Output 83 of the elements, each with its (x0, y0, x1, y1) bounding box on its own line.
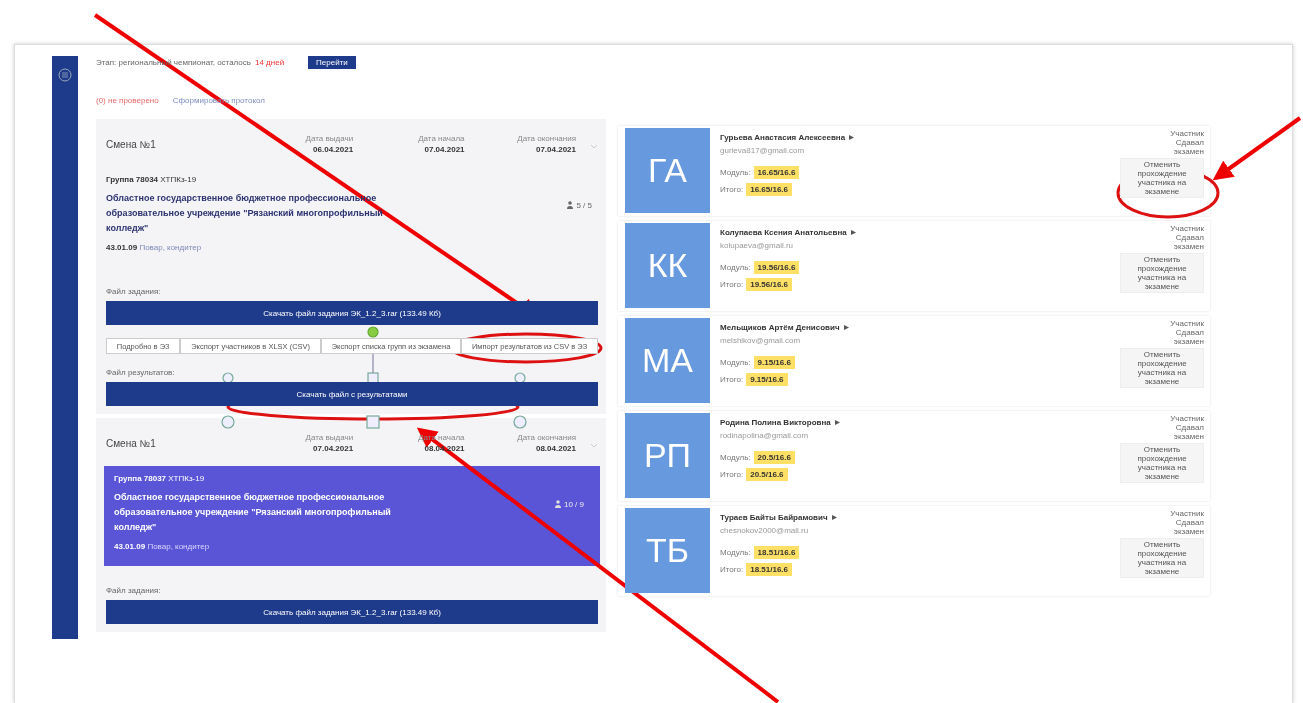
status-text: Участник (1170, 129, 1204, 138)
download-task-button[interactable]: Скачать файл задания ЭК_1.2_3.rar (133.49 Кб) (106, 600, 598, 624)
date-value: 07.04.2021 (534, 145, 576, 154)
shift-title: Смена №1 (106, 437, 157, 449)
cancel-button[interactable]: Отменить прохождение участника на экзамене (1120, 158, 1204, 198)
cancel-button[interactable]: Отменить прохождение участника на экзамене (1120, 443, 1204, 483)
participant-count: 5 / 5 (576, 201, 592, 210)
date-value: 08.04.2021 (534, 444, 576, 453)
score-label: Модуль: (720, 358, 751, 367)
cancel-button[interactable]: Отменить прохождение участника на экзамене (1120, 253, 1204, 293)
email-text: gurieva817@gmail.com (720, 146, 806, 155)
score-label: Модуль: (720, 263, 751, 272)
status-text: экзамен (1173, 242, 1204, 251)
file-label: Файл задания: (106, 586, 162, 595)
status-text: экзамен (1173, 147, 1204, 156)
group-name: Группа 78034 ХТПКз-19 (106, 175, 198, 184)
score-label: Модуль: (720, 168, 751, 177)
avatar: РП (625, 413, 710, 498)
status-text: Сдавал (1175, 233, 1204, 242)
score-label: Итого: (720, 470, 744, 479)
go-button[interactable]: Перейти (308, 55, 356, 69)
score-badge: 19.56/16.6 (746, 278, 792, 291)
date-label: Дата начала (417, 134, 465, 143)
score-badge: 19.56/16.6 (753, 261, 800, 274)
score-label: Итого: (720, 185, 744, 194)
status-text: Участник (1170, 319, 1204, 328)
date-label: Дата окончания (516, 433, 576, 442)
date-label: Дата выдачи (304, 433, 354, 442)
email-text: chesnokov2000@mail.ru (720, 526, 810, 535)
status-text: Сдавал (1175, 328, 1204, 337)
date-label: Дата выдачи (304, 134, 354, 143)
email-text: melshikov@gmail.com (720, 336, 802, 345)
avatar: ГА (625, 128, 710, 213)
status-text: Сдавал (1175, 138, 1204, 147)
status-text: экзамен (1173, 527, 1204, 536)
score-badge: 20.5/16.6 (753, 451, 795, 464)
status-text: Участник (1170, 509, 1204, 518)
download-task-button[interactable]: Скачать файл задания ЭК_1.2_3.rar (133.49 Кб) (106, 301, 598, 325)
email-text: kolupaeva@gmail.ru (720, 241, 795, 250)
score-label: Итого: (720, 375, 744, 384)
file-label: Файл результатов: (106, 368, 176, 377)
score-badge: 9.15/16.6 (753, 356, 795, 369)
specialty-text: 43.01.09 Повар, кондитер (106, 243, 203, 252)
score-label: Модуль: (720, 548, 751, 557)
avatar: МА (625, 318, 710, 403)
score-label: Итого: (720, 280, 744, 289)
score-badge: 16.65/16.6 (753, 166, 800, 179)
participant-name: Родина Полина Викторовна (720, 418, 831, 427)
date-label: Дата окончания (516, 134, 576, 143)
deadline-text: 14 дней (255, 57, 285, 67)
participant-name: Тураев Байты Байрамович (720, 513, 828, 522)
status-text: экзамен (1173, 337, 1204, 346)
status-text: Участник (1170, 224, 1204, 233)
status-text: Сдавал (1175, 518, 1204, 527)
score-badge: 16.65/16.6 (746, 183, 792, 196)
participant-name: Гурьева Анастасия Алексеевна (720, 133, 846, 142)
email-text: rodinapolina@gmail.com (720, 431, 810, 440)
date-value: 06.04.2021 (312, 145, 354, 154)
score-badge: 9.15/16.6 (746, 373, 788, 386)
status-text: Участник (1170, 414, 1204, 423)
status-text: экзамен (1173, 432, 1204, 441)
score-label: Модуль: (720, 453, 751, 462)
shift-title: Смена №1 (106, 138, 157, 150)
group-card[interactable]: Группа 78037 ХТПКз-19 Областное государственное бюджетное профессиональное образовательное учреждение "Рязанский многопрофильный колледж" 43.01.09 Повар, кондитер 10 / 9 (104, 466, 600, 566)
date-value: 07.04.2021 (423, 145, 465, 154)
cancel-button[interactable]: Отменить прохождение участника на экзамене (1120, 348, 1204, 388)
participant-name: Мельщиков Артём Денисович (720, 323, 840, 332)
organization-name: Областное государственное бюджетное профессиональное образовательное учреждение "Рязанский многопрофильный колледж" (114, 491, 392, 534)
file-label: Файл задания: (106, 287, 162, 296)
date-value: 07.04.2021 (312, 444, 354, 453)
score-badge: 18.51/16.6 (753, 546, 800, 559)
status-text: Сдавал (1175, 423, 1204, 432)
group-name: Группа 78037 ХТПКз-19 (114, 474, 206, 483)
avatar: ТБ (625, 508, 710, 593)
score-badge: 18.51/16.6 (746, 563, 792, 576)
participant-count: 10 / 9 (564, 500, 584, 509)
score-badge: 20.5/16.6 (746, 468, 788, 481)
specialty-text: 43.01.09 Повар, кондитер (114, 542, 211, 551)
avatar: КК (625, 223, 710, 308)
download-results-button[interactable]: Скачать файл с результатами (106, 382, 598, 406)
cancel-button[interactable]: Отменить прохождение участника на экзамене (1120, 538, 1204, 578)
score-label: Итого: (720, 565, 744, 574)
participant-name: Колупаева Ксения Анатольевна (720, 228, 847, 237)
